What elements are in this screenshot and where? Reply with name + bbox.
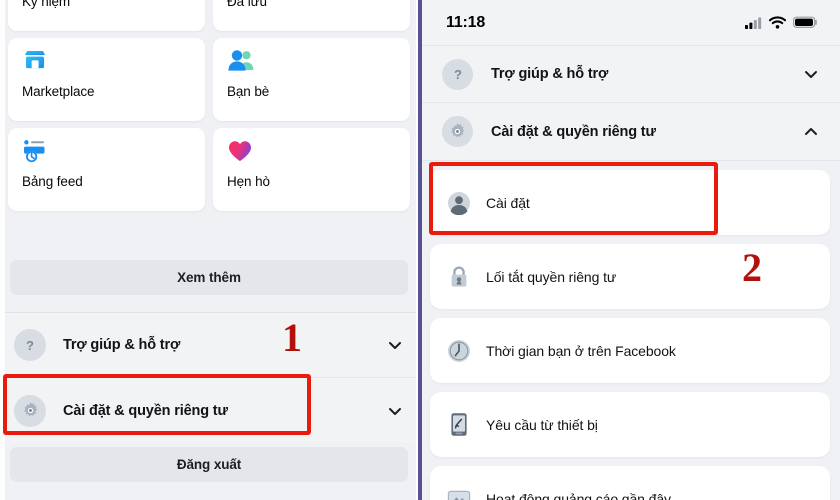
see-more-button[interactable]: Xem thêm xyxy=(10,260,408,295)
battery-icon xyxy=(793,16,818,29)
menu-row-settings-privacy[interactable]: Cài đặt & quyền riêng tư xyxy=(0,378,417,443)
shortcut-tile-memories[interactable]: Kỷ niệm xyxy=(8,0,205,31)
shortcut-tile-friends[interactable]: Bạn bè xyxy=(213,38,410,121)
logout-container: Đăng xuất xyxy=(0,447,417,482)
submenu-item-label: Cài đặt xyxy=(486,194,530,211)
shortcut-label: Hẹn hò xyxy=(227,174,270,189)
menu-row-settings-privacy[interactable]: Cài đặt & quyền riêng tư xyxy=(420,103,840,161)
right-phone-panel: 11:18 ? Trợ giúp & hỗ trợ Cài đặt & quyề… xyxy=(420,0,840,500)
submenu-item-device-requests[interactable]: Yêu cầu từ thiết bị xyxy=(430,392,830,457)
status-bar-icons xyxy=(745,16,818,29)
shortcut-label: Bạn bè xyxy=(227,84,270,99)
submenu-item-label: Thời gian bạn ở trên Facebook xyxy=(486,342,676,359)
svg-text:?: ? xyxy=(454,67,462,82)
annotation-number-2: 2 xyxy=(742,245,763,290)
shortcut-tile-saved[interactable]: Đã lưu xyxy=(213,0,410,31)
dating-heart-icon xyxy=(227,139,398,166)
see-more-container: Xem thêm xyxy=(0,260,416,295)
menu-row-label: Cài đặt & quyền riêng tư xyxy=(491,123,656,140)
account-avatar-icon xyxy=(446,190,471,215)
left-phone-panel: Kỷ niệm Đã lưu Marketplace Bạn bè Bảng f… xyxy=(0,0,417,500)
submenu-item-recent-ad-activity[interactable]: Hoạt động quảng cáo gần đây xyxy=(430,466,830,500)
submenu-item-settings[interactable]: Cài đặt xyxy=(430,170,830,235)
panel-divider xyxy=(418,0,422,500)
cellular-signal-icon xyxy=(745,16,762,29)
menu-row-label: Trợ giúp & hỗ trợ xyxy=(491,66,609,82)
menu-row-help-support[interactable]: ? Trợ giúp & hỗ trợ xyxy=(420,45,840,103)
settings-submenu-list: Cài đặt Lối tắt quyền riêng tư Thời gian… xyxy=(420,161,840,500)
clock-time-icon xyxy=(446,338,471,363)
question-mark-icon: ? xyxy=(442,58,474,90)
menu-row-label: Trợ giúp & hỗ trợ xyxy=(63,337,181,353)
chevron-up-icon[interactable] xyxy=(802,123,820,141)
chevron-down-icon[interactable] xyxy=(386,336,404,354)
wifi-icon xyxy=(769,16,786,29)
status-bar-time: 11:18 xyxy=(446,13,486,31)
question-mark-icon: ? xyxy=(14,329,46,361)
chevron-down-icon[interactable] xyxy=(802,65,820,83)
submenu-item-label: Hoạt động quảng cáo gần đây xyxy=(486,490,671,500)
shortcut-tile-marketplace[interactable]: Marketplace xyxy=(8,38,205,121)
shortcut-tile-feed[interactable]: Bảng feed xyxy=(8,128,205,211)
submenu-item-time-on-facebook[interactable]: Thời gian bạn ở trên Facebook xyxy=(430,318,830,383)
logout-button[interactable]: Đăng xuất xyxy=(10,447,408,482)
ad-activity-icon xyxy=(446,486,471,500)
submenu-item-privacy-shortcuts[interactable]: Lối tắt quyền riêng tư xyxy=(430,244,830,309)
gear-icon xyxy=(442,116,474,147)
shortcut-label: Đã lưu xyxy=(227,0,267,9)
storefront-icon xyxy=(22,49,193,76)
shortcut-tile-dating[interactable]: Hẹn hò xyxy=(213,128,410,211)
left-edge-strip xyxy=(0,0,5,500)
submenu-item-label: Lối tắt quyền riêng tư xyxy=(486,268,617,285)
submenu-item-label: Yêu cầu từ thiết bị xyxy=(486,416,598,433)
tutorial-screenshot: Kỷ niệm Đã lưu Marketplace Bạn bè Bảng f… xyxy=(0,0,840,500)
left-menu-section: ? Trợ giúp & hỗ trợ Cài đặt & quyền riên… xyxy=(0,312,417,443)
gear-icon xyxy=(14,394,46,427)
annotation-number-1: 1 xyxy=(282,315,302,360)
friends-icon xyxy=(227,49,398,76)
shortcut-label: Bảng feed xyxy=(22,174,83,189)
shortcut-label: Marketplace xyxy=(22,84,95,99)
lock-privacy-icon xyxy=(446,264,471,289)
status-bar: 11:18 xyxy=(420,0,840,45)
chevron-down-icon[interactable] xyxy=(386,402,404,420)
menu-row-label: Cài đặt & quyền riêng tư xyxy=(63,402,228,419)
menu-row-help-support[interactable]: ? Trợ giúp & hỗ trợ xyxy=(0,313,417,378)
shortcut-label: Kỷ niệm xyxy=(22,0,71,9)
feed-board-icon xyxy=(22,139,193,166)
mobile-device-icon xyxy=(446,412,471,437)
svg-text:?: ? xyxy=(26,338,34,353)
shortcut-tile-grid: Kỷ niệm Đã lưu Marketplace Bạn bè Bảng f… xyxy=(0,0,416,211)
